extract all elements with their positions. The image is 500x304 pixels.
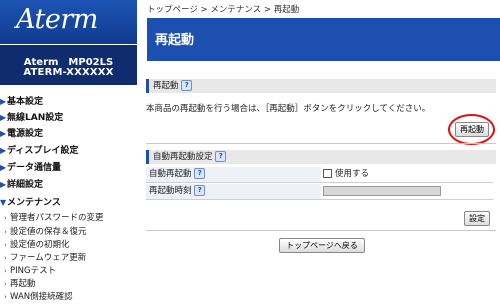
sidebar: Aterm Aterm MP02LS ATERM-XXXXXX ▶基本設定 ▶無… bbox=[0, 0, 137, 304]
auto-restart-section-heading: 自動再起動設定 ? bbox=[146, 150, 496, 164]
restart-time-label: 再起動時刻 bbox=[149, 186, 192, 196]
sidebar-item-data-usage[interactable]: ▶データ通信量 bbox=[0, 161, 61, 175]
auto-restart-value: 使用する bbox=[323, 167, 369, 182]
sidebar-sub-ping-test[interactable]: › PINGテスト bbox=[4, 265, 56, 278]
table-row: 再起動時刻 ? bbox=[146, 184, 493, 200]
page-title: 再起動 bbox=[155, 33, 195, 48]
sidebar-item-wlan[interactable]: ▶無線LAN設定 bbox=[0, 111, 63, 125]
model-serial: ATERM-XXXXXX bbox=[23, 67, 114, 78]
back-to-top-button[interactable]: トップページへ戻る bbox=[279, 238, 365, 253]
sidebar-sub-save-restore[interactable]: › 設定値の保存＆復元 bbox=[4, 226, 87, 239]
chevron-right-icon: ▶ bbox=[0, 180, 7, 189]
page-title-bar: 再起動 bbox=[147, 18, 500, 61]
restart-section-title: 再起動 bbox=[153, 81, 179, 91]
auto-restart-label-cell: 自動再起動 ? bbox=[146, 167, 321, 182]
chevron-right-icon: ▶ bbox=[0, 163, 7, 172]
restart-section-heading: 再起動 ? bbox=[146, 79, 496, 93]
sidebar-item-basic[interactable]: ▶基本設定 bbox=[0, 95, 43, 109]
model-name: Aterm MP02LS bbox=[23, 57, 114, 68]
sidebar-sub-admin-password[interactable]: › 管理者パスワードの変更 bbox=[4, 212, 104, 225]
sidebar-item-display[interactable]: ▶ディスプレイ設定 bbox=[0, 144, 78, 158]
chevron-right-icon: ▶ bbox=[0, 129, 7, 138]
restart-time-label-cell: 再起動時刻 ? bbox=[146, 184, 321, 199]
sidebar-sub-factory-reset[interactable]: › 設定値の初期化 bbox=[4, 239, 70, 252]
sidebar-sub-wan-check[interactable]: › WAN側接続確認 bbox=[4, 291, 73, 304]
sidebar-sub-restart[interactable]: › 再起動 bbox=[4, 278, 36, 291]
help-icon[interactable]: ? bbox=[194, 168, 206, 179]
use-checkbox-label[interactable]: 使用する bbox=[335, 169, 369, 179]
sidebar-item-maintenance[interactable]: ▼メンテナンス bbox=[0, 196, 61, 210]
auto-restart-label: 自動再起動 bbox=[149, 169, 192, 179]
restart-description: 本商品の再起動を行う場合は、［再起動］ボタンをクリックしてください。 bbox=[146, 104, 431, 114]
sidebar-item-advanced[interactable]: ▶詳細設定 bbox=[0, 178, 43, 192]
sidebar-item-power[interactable]: ▶電源設定 bbox=[0, 127, 43, 141]
help-icon[interactable]: ? bbox=[215, 151, 227, 162]
logo-banner: Aterm bbox=[0, 0, 137, 44]
chevron-right-icon: ▶ bbox=[0, 97, 7, 106]
aterm-logo: Aterm bbox=[16, 4, 98, 35]
divider bbox=[146, 230, 496, 231]
breadcrumb[interactable]: トップページ > メンテナンス > 再起動 bbox=[147, 3, 299, 15]
help-icon[interactable]: ? bbox=[181, 80, 193, 91]
use-checkbox[interactable] bbox=[323, 169, 332, 178]
divider bbox=[146, 143, 496, 144]
help-icon[interactable]: ? bbox=[194, 185, 206, 196]
sidebar-sub-firmware-update[interactable]: › ファームウェア更新 bbox=[4, 252, 86, 265]
set-button[interactable]: 設定 bbox=[464, 211, 490, 226]
restart-time-field[interactable] bbox=[323, 186, 441, 196]
chevron-down-icon: ▼ bbox=[0, 198, 7, 207]
chevron-right-icon: ▶ bbox=[0, 146, 7, 155]
model-box: Aterm MP02LS ATERM-XXXXXX bbox=[0, 45, 137, 85]
table-row: 自動再起動 ? 使用する bbox=[146, 167, 493, 183]
restart-button[interactable]: 再起動 bbox=[455, 122, 489, 137]
chevron-right-icon: ▶ bbox=[0, 113, 7, 122]
auto-restart-section-title: 自動再起動設定 bbox=[153, 152, 213, 162]
